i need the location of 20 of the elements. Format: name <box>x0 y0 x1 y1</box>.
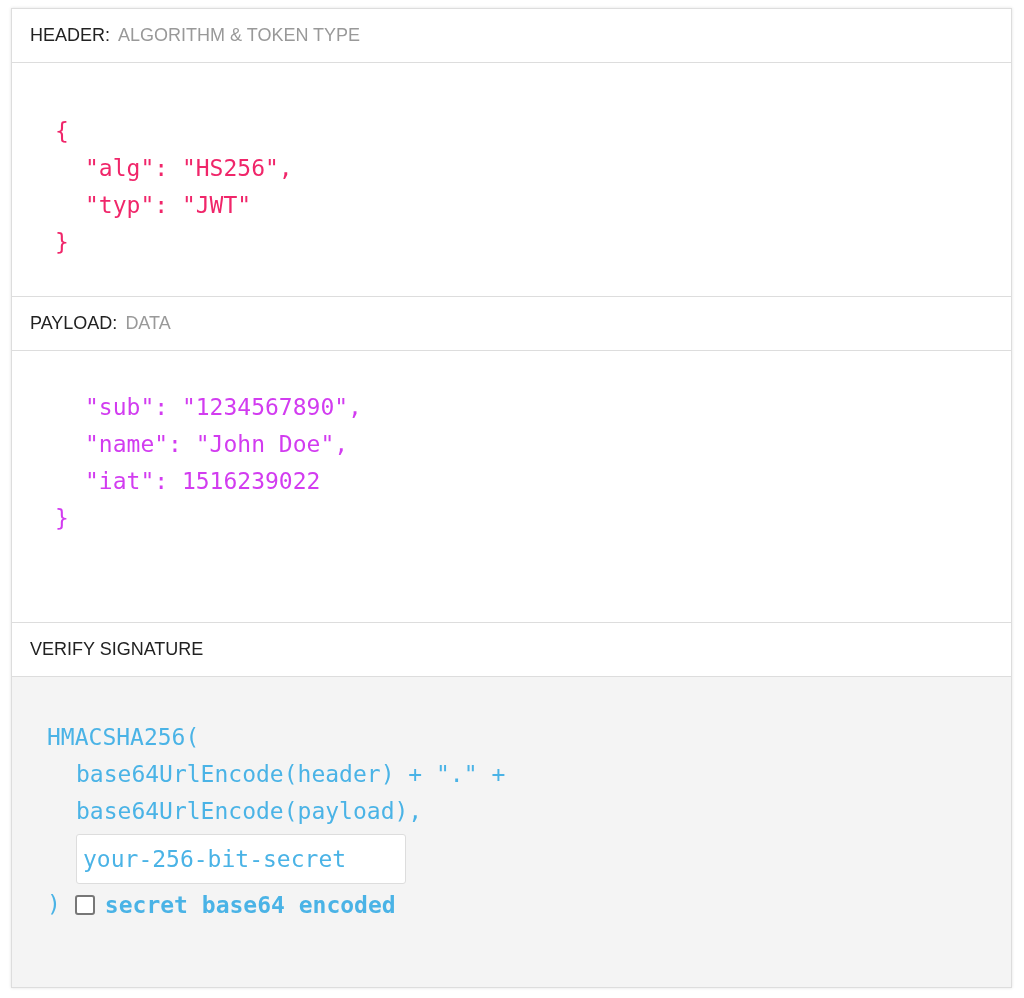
code-line: base64UrlEncode(header) + "." + <box>76 760 506 789</box>
secret-input-field[interactable]: your-256-bit-secret <box>76 834 406 884</box>
code-line: { <box>55 117 69 146</box>
code-line: HMACSHA256( <box>47 723 200 752</box>
section-subtitle: DATA <box>125 313 171 334</box>
code-line: "typ": "JWT" <box>85 191 252 220</box>
code-line: base64UrlEncode(payload), <box>76 797 423 826</box>
section-title: HEADER: <box>30 25 110 46</box>
code-line: } <box>55 228 69 257</box>
base64-checkbox[interactable]: secret base64 encoded <box>74 891 396 918</box>
code-line: "sub": "1234567890", <box>85 393 362 422</box>
code-line: ) <box>47 890 61 919</box>
code-line: "name": "John Doe", <box>85 430 349 459</box>
section-subtitle: ALGORITHM & TOKEN TYPE <box>118 25 361 46</box>
code-line: } <box>55 504 69 533</box>
code-line: "alg": "HS256", <box>85 154 293 183</box>
code-line: "iat": 1516239022 <box>85 467 321 496</box>
section-title: PAYLOAD: <box>30 313 118 334</box>
checkbox-icon[interactable] <box>74 894 95 915</box>
section-title: VERIFY SIGNATURE <box>30 639 204 660</box>
